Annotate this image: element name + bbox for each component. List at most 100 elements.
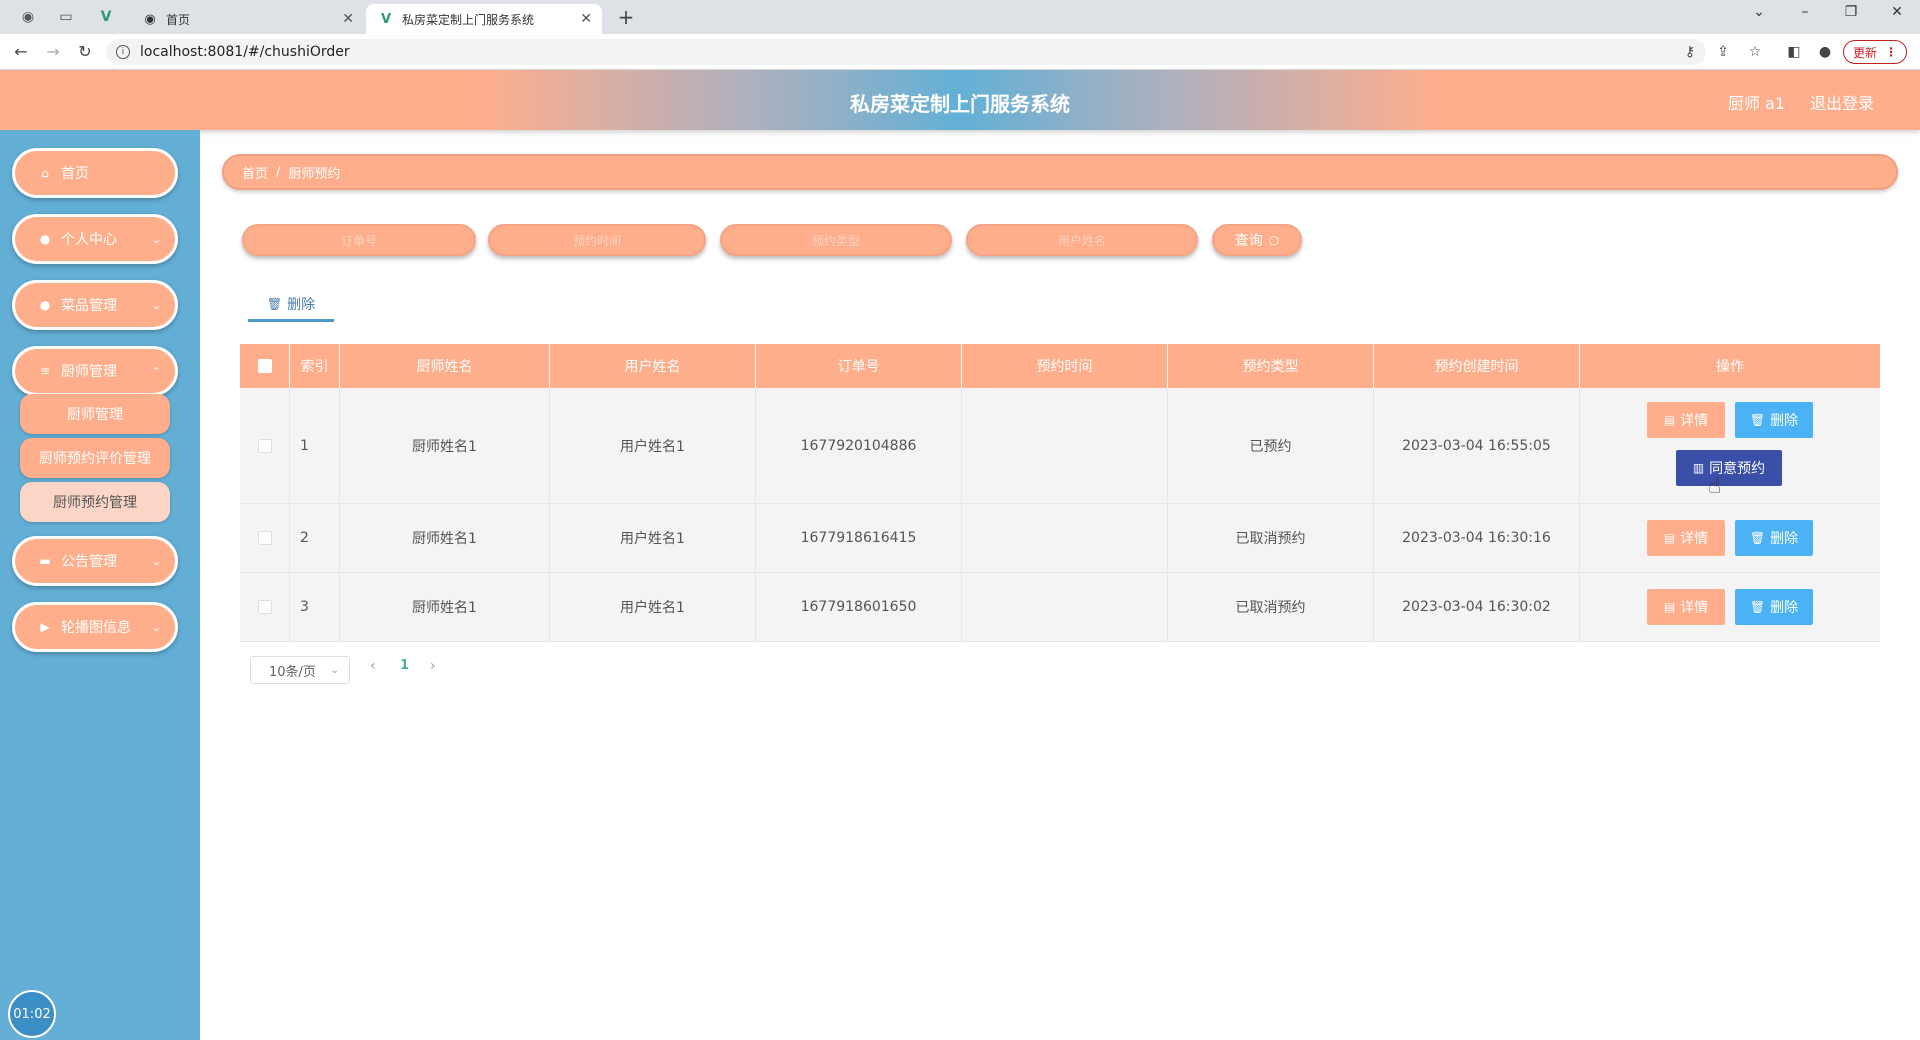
vue-icon[interactable]: V bbox=[96, 7, 116, 27]
sidebar-item-profile[interactable]: ● 个人中心 ⌄ bbox=[12, 214, 178, 264]
sidebar-item-label: 公告管理 bbox=[61, 554, 117, 570]
sidebar-item-carousel[interactable]: ▶ 轮播图信息 ⌄ bbox=[12, 602, 178, 652]
chevron-down-icon: ⌄ bbox=[151, 554, 161, 568]
logout-link[interactable]: 退出登录 bbox=[1810, 90, 1874, 114]
cell-type: 已取消预约 bbox=[1168, 504, 1374, 572]
cell-user: 用户姓名1 bbox=[550, 504, 756, 572]
book-icon: ▥ bbox=[1692, 461, 1705, 475]
cell-created: 2023-03-04 16:30:02 bbox=[1374, 573, 1580, 641]
url-text: localhost:8081/#/chushiOrder bbox=[140, 44, 350, 60]
row-checkbox[interactable] bbox=[257, 531, 272, 545]
chevron-down-icon: ⌄ bbox=[151, 232, 161, 246]
tab-system[interactable]: V 私房菜定制上门服务系统 ✕ bbox=[366, 4, 602, 34]
back-icon[interactable]: ← bbox=[10, 42, 32, 62]
order-number-input[interactable]: 订单号 bbox=[242, 224, 476, 256]
search-button-label: 查询 bbox=[1234, 233, 1263, 249]
tab-label: 私房菜定制上门服务系统 bbox=[402, 12, 535, 27]
chevron-down-icon[interactable]: ⌄ bbox=[1744, 4, 1774, 20]
document-icon: ▤ bbox=[1663, 531, 1676, 545]
sidebar-item-label: 轮播图信息 bbox=[61, 620, 131, 636]
detail-button[interactable]: ▤ 详情 bbox=[1647, 520, 1725, 556]
sidebar-item-notices[interactable]: ▬ 公告管理 ⌄ bbox=[12, 536, 178, 586]
detail-button[interactable]: ▤ 详情 bbox=[1647, 589, 1725, 625]
trash-icon: 🗑 bbox=[266, 296, 283, 311]
chevron-up-icon: ⌃ bbox=[151, 364, 161, 378]
breadcrumb-home[interactable]: 首页 bbox=[242, 163, 268, 182]
detail-label: 详情 bbox=[1680, 531, 1709, 547]
delete-button[interactable]: 🗑 删除 bbox=[1735, 520, 1813, 556]
video-icon: ▶ bbox=[40, 620, 50, 634]
chevron-down-icon: ⌄ bbox=[330, 664, 339, 676]
cell-order: 1677918616415 bbox=[756, 504, 962, 572]
select-all-cell bbox=[240, 344, 290, 388]
close-icon[interactable]: ✕ bbox=[342, 11, 354, 27]
sidebar-item-chefs[interactable]: ≡ 厨师管理 ⌃ bbox=[12, 346, 178, 396]
chevron-down-icon: ⌄ bbox=[151, 298, 161, 312]
user-icon: ● bbox=[39, 298, 51, 312]
row-checkbox[interactable] bbox=[257, 600, 272, 614]
submenu-chef-appointment[interactable]: 厨师预约管理 bbox=[20, 482, 170, 522]
forward-icon[interactable]: → bbox=[42, 42, 64, 62]
appointment-time-input[interactable]: 预约时间 bbox=[488, 224, 706, 256]
page-number[interactable]: 1 bbox=[400, 658, 409, 673]
col-order: 订单号 bbox=[756, 344, 962, 388]
globe-icon[interactable]: ◉ bbox=[18, 7, 38, 27]
page-size-select[interactable]: 10条/页 ⌄ bbox=[250, 656, 350, 684]
sidepanel-icon[interactable]: ◧ bbox=[1784, 43, 1804, 61]
next-page-icon[interactable]: › bbox=[430, 658, 436, 674]
delete-button[interactable]: 🗑 删除 bbox=[1735, 589, 1813, 625]
restore-icon[interactable]: ❐ bbox=[1836, 4, 1866, 20]
star-icon[interactable]: ☆ bbox=[1745, 43, 1765, 61]
search-button[interactable]: 查询 ○ bbox=[1212, 224, 1302, 256]
home-icon: ⌂ bbox=[41, 166, 49, 180]
vue-icon: V bbox=[380, 11, 392, 27]
breadcrumb: 首页 / 厨师预约 bbox=[222, 154, 1898, 190]
table-row: 2 厨师姓名1 用户姓名1 1677918616415 已取消预约 2023-0… bbox=[240, 504, 1880, 573]
detail-button[interactable]: ▤ 详情 bbox=[1647, 402, 1725, 438]
close-icon[interactable]: ✕ bbox=[580, 11, 592, 27]
prev-page-icon[interactable]: ‹ bbox=[370, 658, 376, 674]
url-field[interactable]: i localhost:8081/#/chushiOrder bbox=[106, 39, 1706, 65]
table-header: 索引 厨师姓名 用户姓名 订单号 预约时间 预约类型 预约创建时间 操作 bbox=[240, 344, 1880, 388]
profile-icon[interactable]: ● bbox=[1815, 43, 1835, 61]
row-select-cell bbox=[240, 504, 290, 572]
agree-appointment-button[interactable]: ▥ 同意预约 bbox=[1676, 450, 1782, 486]
tab-home[interactable]: ◉ 首页 ✕ bbox=[130, 4, 364, 34]
detail-label: 详情 bbox=[1680, 413, 1709, 429]
monitor-icon: ▬ bbox=[39, 554, 51, 568]
update-button[interactable]: 更新 ⋮ bbox=[1843, 40, 1907, 64]
share-icon[interactable]: ⇪ bbox=[1713, 43, 1733, 61]
cell-user: 用户姓名1 bbox=[550, 388, 756, 503]
cell-user: 用户姓名1 bbox=[550, 573, 756, 641]
submenu-chef-manage[interactable]: 厨师管理 bbox=[20, 394, 170, 434]
submenu-chef-review[interactable]: 厨师预约评价管理 bbox=[20, 438, 170, 478]
update-label: 更新 bbox=[1852, 45, 1877, 60]
app-header: 私房菜定制上门服务系统 厨师 a1 退出登录 bbox=[0, 70, 1920, 130]
minimize-icon[interactable]: – bbox=[1790, 4, 1820, 20]
cell-created: 2023-03-04 16:55:05 bbox=[1374, 388, 1580, 503]
col-time: 预约时间 bbox=[962, 344, 1168, 388]
reload-icon[interactable]: ↻ bbox=[74, 42, 96, 62]
hand-cursor-icon: ☝ bbox=[1708, 474, 1722, 499]
breadcrumb-current: 厨师预约 bbox=[288, 166, 341, 182]
trash-icon: 🗑 bbox=[1749, 413, 1766, 427]
detail-label: 详情 bbox=[1680, 600, 1709, 616]
row-select-cell bbox=[240, 388, 290, 503]
new-tab-icon[interactable]: + bbox=[614, 5, 638, 29]
cell-chef: 厨师姓名1 bbox=[340, 504, 550, 572]
globe-icon: ◉ bbox=[144, 11, 156, 27]
user-name-input[interactable]: 用户姓名 bbox=[966, 224, 1198, 256]
appointment-type-input[interactable]: 预约类型 bbox=[720, 224, 952, 256]
sidebar-item-home[interactable]: ⌂ 首页 bbox=[12, 148, 178, 198]
select-all-checkbox[interactable] bbox=[257, 359, 272, 373]
blank-tab-icon[interactable]: ▭ bbox=[56, 7, 76, 27]
batch-delete-button[interactable]: 🗑 删除 bbox=[248, 288, 334, 322]
delete-button[interactable]: 🗑 删除 bbox=[1735, 402, 1813, 438]
close-window-icon[interactable]: ✕ bbox=[1882, 4, 1912, 20]
cell-actions bbox=[1580, 504, 1880, 572]
info-icon[interactable]: i bbox=[116, 45, 130, 59]
list-icon: ≡ bbox=[39, 364, 51, 378]
sidebar-item-dishes[interactable]: ● 菜品管理 ⌄ bbox=[12, 280, 178, 330]
row-checkbox[interactable] bbox=[257, 438, 272, 453]
key-icon[interactable]: ⚷ bbox=[1680, 43, 1700, 61]
